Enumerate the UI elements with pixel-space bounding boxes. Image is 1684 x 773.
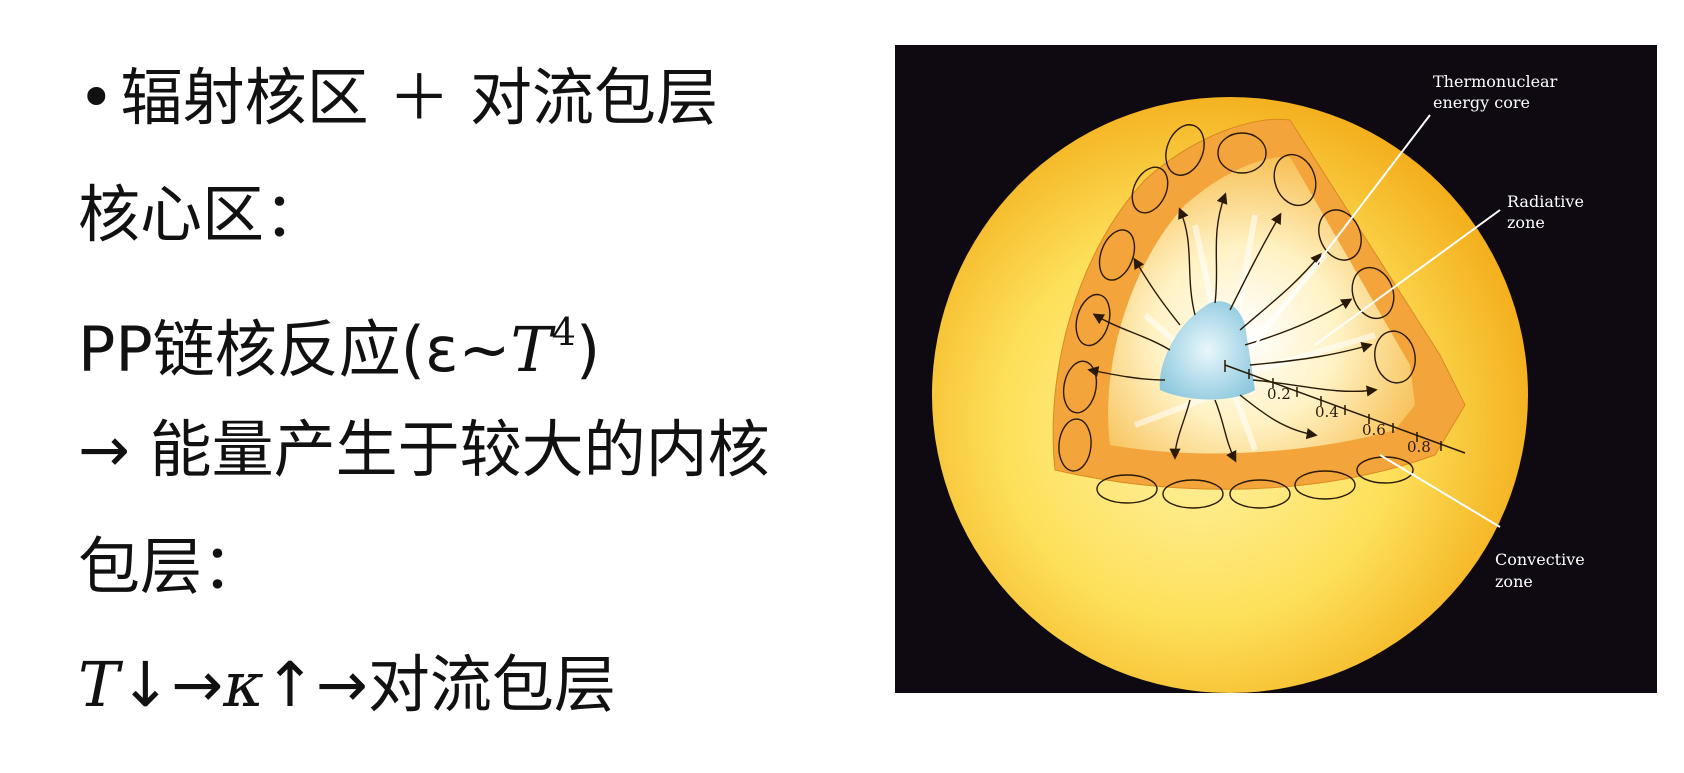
temperature-symbol: T (510, 313, 552, 386)
energy-production-line: → 能量产生于较大的内核 (78, 413, 770, 486)
kappa-symbol: κ (223, 648, 264, 721)
pp-chain-suffix: ) (575, 313, 601, 386)
scale-tick-0-8: 0.8 (1407, 438, 1431, 456)
opacity-convection-line: T↓→κ↑→对流包层 (78, 645, 616, 725)
pp-chain-line: PP链核反应(ε~T4) (78, 292, 600, 390)
convective-envelope-text: ↑→对流包层 (263, 648, 616, 721)
scale-tick-0-6: 0.6 (1362, 421, 1386, 439)
label-convective-zone: zone (1495, 572, 1533, 591)
label-radiative-zone: zone (1507, 213, 1545, 232)
sun-cutaway-svg: 0.2 0.4 0.6 0.8 Thermonuclear energy cor… (932, 72, 1585, 693)
envelope-label: 包层： (78, 530, 265, 603)
label-energy-core: energy core (1433, 93, 1530, 112)
label-convective: Convective (1495, 550, 1585, 569)
scale-tick-0-4: 0.4 (1315, 403, 1339, 421)
label-radiative: Radiative (1507, 192, 1584, 211)
exponent: 4 (551, 310, 576, 354)
bullet: • (78, 61, 115, 134)
pp-chain-prefix: PP链核反应(ε~ (78, 313, 511, 386)
heading-text: 辐射核区 ＋ 对流包层 (120, 61, 718, 134)
temperature-symbol-2: T (78, 648, 120, 721)
sun-interior-diagram: 0.2 0.4 0.6 0.8 Thermonuclear energy cor… (895, 45, 1657, 693)
heading-radiative-core-convective-envelope: •辐射核区 ＋ 对流包层 (78, 58, 718, 138)
arrow-down-right: ↓→ (119, 648, 224, 721)
label-thermonuclear: Thermonuclear (1433, 72, 1558, 91)
core-region-label: 核心区： (78, 178, 327, 251)
scale-tick-0-2: 0.2 (1267, 385, 1291, 403)
